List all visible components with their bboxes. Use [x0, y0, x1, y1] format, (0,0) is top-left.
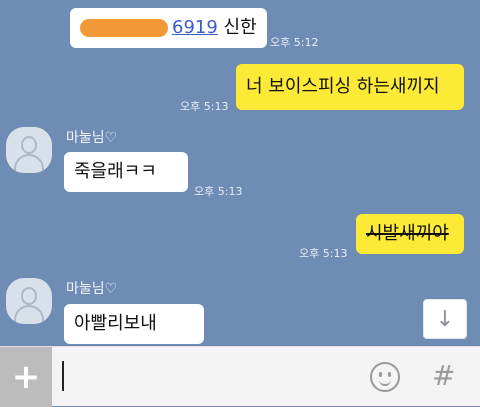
outgoing-message-bubble: 시발새끼야 [356, 214, 464, 254]
avatar-head-shape [21, 136, 37, 154]
avatar[interactable] [6, 278, 52, 324]
message-timestamp: 오후 5:12 [270, 36, 319, 49]
bank-name: 신한 [223, 17, 257, 38]
sender-name: 마눌님♡ [66, 130, 118, 146]
message-timestamp: 오후 5:13 [180, 100, 229, 113]
avatar-body-shape [14, 154, 44, 173]
emoji-eye [388, 372, 391, 377]
incoming-message-bubble: 죽을래ㅋㅋ [64, 152, 188, 192]
account-number-link[interactable]: 6919 [172, 17, 218, 38]
text-cursor [62, 361, 64, 391]
emoji-mouth [379, 378, 391, 386]
emoji-icon[interactable] [370, 362, 400, 392]
incoming-message-bubble: 아빨리보내 [64, 304, 204, 344]
incoming-message-bubble: 6919 신한 [70, 8, 267, 48]
plus-icon: + [11, 357, 41, 397]
chat-area: 6919 신한 오후 5:12 너 보이스피싱 하는새끼지 오후 5:13 마눌… [0, 0, 480, 346]
outgoing-message-bubble: 너 보이스피싱 하는새끼지 [236, 64, 464, 110]
message-text: 시발새끼야 [366, 223, 449, 244]
avatar-head-shape [21, 287, 37, 305]
avatar[interactable] [6, 127, 52, 173]
scroll-down-button[interactable]: ↓ [423, 299, 467, 339]
message-timestamp: 오후 5:13 [299, 247, 348, 260]
message-timestamp: 오후 5:13 [194, 185, 243, 198]
sender-name: 마눌님♡ [66, 281, 118, 297]
message-input[interactable] [56, 355, 360, 401]
add-attachment-button[interactable]: + [0, 347, 52, 407]
avatar-body-shape [14, 305, 44, 324]
arrow-down-icon: ↓ [435, 306, 455, 332]
message-input-bar: + # [0, 346, 480, 407]
redaction-mark [80, 19, 168, 37]
hash-icon[interactable]: # [432, 359, 455, 392]
emoji-eye [379, 372, 382, 377]
